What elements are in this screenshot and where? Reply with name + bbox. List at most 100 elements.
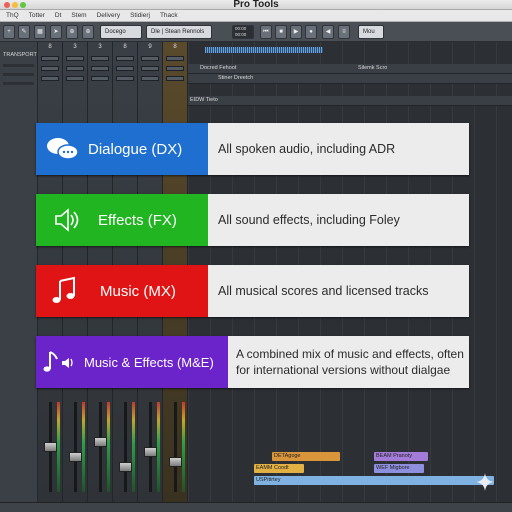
track-name: Silemk Scro (358, 65, 388, 71)
grid-icon[interactable]: ▦ (34, 25, 46, 39)
fader-cap[interactable] (144, 447, 157, 457)
menu-item[interactable]: Delivery (97, 12, 120, 19)
fader-cap[interactable] (44, 442, 57, 452)
title-bar: Pro Tools (0, 0, 512, 10)
stop-icon[interactable]: ■ (275, 25, 287, 39)
fader-track (124, 402, 127, 492)
add-icon[interactable]: + (3, 25, 15, 39)
category-tag: Music & Effects (M&E) (36, 336, 228, 388)
category-title: Effects (FX) (98, 211, 177, 229)
category-description: All spoken audio, including ADR (218, 142, 396, 156)
insert-slot[interactable] (141, 76, 159, 81)
insert-slot[interactable] (41, 66, 59, 71)
insert-slot[interactable] (166, 66, 184, 71)
session-field[interactable]: Docego (100, 25, 142, 39)
audio-clip[interactable]: EAMM Coodt (254, 464, 304, 473)
insert-slot[interactable] (116, 66, 134, 71)
fader-track (174, 402, 177, 492)
insert-slot[interactable] (166, 56, 184, 61)
strip-number: 9 (148, 44, 152, 50)
window-title: Pro Tools (233, 0, 279, 10)
fader-track (74, 402, 77, 492)
pointer-icon[interactable]: ➤ (50, 25, 62, 39)
main-counter: 00:00 00:00 (232, 25, 254, 39)
panel-slot (3, 64, 34, 67)
insert-slot[interactable] (141, 66, 159, 71)
category-tag: Effects (FX) (36, 194, 208, 246)
level-meter (107, 402, 110, 492)
insert-slot[interactable] (141, 56, 159, 61)
pro-tools-window: Pro Tools ThQ Totter Dt Stem Delivery St… (0, 0, 512, 512)
mode-field[interactable]: Mou (358, 25, 384, 39)
audio-clip[interactable]: DETAgoge (272, 452, 340, 461)
transport-panel: TRANSPORT (0, 42, 38, 512)
list-icon[interactable]: ≡ (338, 25, 350, 39)
transport-label: TRANSPORT (3, 52, 37, 58)
menu-item[interactable]: ThQ (6, 12, 19, 19)
insert-slot[interactable] (166, 76, 184, 81)
category-banner-music-effects: Music & Effects (M&E) A combined mix of … (36, 336, 469, 388)
menu-item[interactable]: Thack (160, 12, 178, 19)
insert-slot[interactable] (116, 76, 134, 81)
track-name: Stiner Dreetch (218, 75, 254, 81)
audio-clip[interactable]: BEAM Pranoty (374, 452, 428, 461)
track-row[interactable]: Docred Fehoot Silemk Scro (188, 64, 512, 74)
menu-item[interactable]: Stem (71, 12, 86, 19)
category-description: All sound effects, including Foley (218, 213, 400, 227)
category-banner-effects: Effects (FX) All sound effects, includin… (36, 194, 469, 246)
insert-slot[interactable] (91, 66, 109, 71)
category-title: Dialogue (DX) (88, 140, 183, 158)
sparkle-icon (476, 473, 494, 491)
level-meter (157, 402, 160, 492)
music-note-icon (52, 276, 75, 303)
zoom-icon[interactable]: ⊕ (66, 25, 78, 39)
strip-number: 8 (48, 44, 52, 50)
speaker-icon (55, 208, 79, 232)
insert-slot[interactable] (66, 66, 84, 71)
record-icon[interactable]: ● (305, 25, 317, 39)
strip-number: 3 (98, 44, 102, 50)
audio-clip[interactable]: USPitirtey (254, 476, 494, 485)
track-name-field[interactable]: Dle | Stean Rennols (146, 25, 212, 39)
insert-slot[interactable] (66, 76, 84, 81)
level-meter (82, 402, 85, 492)
speaker-toolbar-icon[interactable]: ◀ (322, 25, 334, 39)
track-name: Docred Fehoot (200, 65, 237, 71)
fader-cap[interactable] (169, 457, 182, 467)
level-meter (57, 402, 60, 492)
menu-item[interactable]: Totter (29, 12, 45, 19)
insert-slot[interactable] (91, 56, 109, 61)
category-title: Music (MX) (100, 282, 176, 300)
menu-bar: ThQ Totter Dt Stem Delivery Stidierj Tha… (0, 10, 512, 22)
plus-circle-icon[interactable]: ⊕ (82, 25, 94, 39)
track-row[interactable]: EIDW Tieto (188, 96, 512, 106)
strip-number: 3 (73, 44, 77, 50)
insert-slot[interactable] (116, 56, 134, 61)
rewind-icon[interactable]: ⏮ (260, 25, 272, 39)
play-icon[interactable]: ▶ (290, 25, 302, 39)
panel-slot (3, 82, 34, 85)
insert-slot[interactable] (41, 56, 59, 61)
insert-slot[interactable] (91, 76, 109, 81)
menu-item[interactable]: Stidierj (130, 12, 150, 19)
category-banner-music: Music (MX) All musical scores and licens… (36, 265, 469, 317)
menu-item[interactable]: Dt (55, 12, 62, 19)
pencil-icon[interactable]: ✎ (18, 25, 30, 39)
fader-cap[interactable] (94, 437, 107, 447)
category-description: All musical scores and licensed tracks (218, 284, 429, 298)
fader-track (99, 402, 102, 492)
status-bar (0, 502, 512, 512)
track-row[interactable]: Stiner Dreetch (188, 74, 512, 84)
audio-clip[interactable]: WEF Migbore (374, 464, 424, 473)
insert-slot[interactable] (66, 56, 84, 61)
category-banner-dialogue: Dialogue (DX) All spoken audio, includin… (36, 123, 469, 175)
insert-slot[interactable] (41, 76, 59, 81)
category-description: A combined mix of music and effects, oft… (236, 347, 464, 377)
fader-cap[interactable] (69, 452, 82, 462)
level-meter (182, 402, 185, 492)
strip-number: 8 (123, 44, 127, 50)
fader-cap[interactable] (119, 462, 132, 472)
music-speaker-icon (43, 351, 73, 372)
level-meter (132, 402, 135, 492)
waveform (205, 47, 323, 53)
